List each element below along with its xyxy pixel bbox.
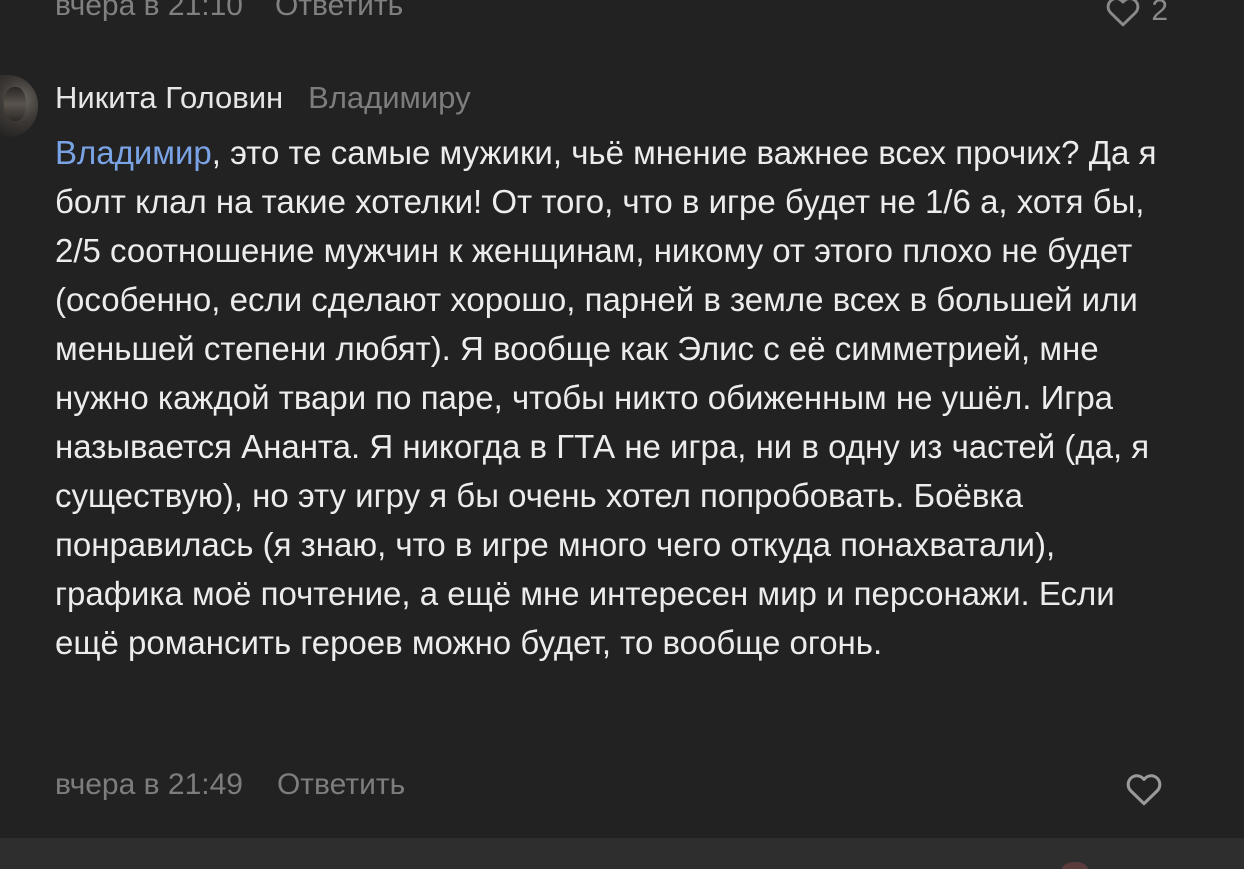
reply-to-name[interactable]: Владимиру	[308, 80, 470, 116]
comment: Никита Головин Владимиру Владимир, это т…	[55, 80, 1175, 801]
comment-footer: вчера в 21:49 Ответить	[55, 768, 405, 802]
comments-page: вчера в 21:10 Ответить 2 Никита Головин …	[0, 0, 1244, 869]
avatar[interactable]	[0, 75, 38, 137]
previous-comment-footer: вчера в 21:10 Ответить	[55, 0, 1244, 26]
reply-button[interactable]: Ответить	[277, 768, 405, 802]
heart-icon	[1106, 0, 1140, 27]
heart-icon	[1126, 774, 1162, 806]
bottom-bar	[0, 838, 1244, 869]
previous-like-button[interactable]: 2	[1105, 0, 1168, 28]
comment-text-body: , это те самые мужики, чьё мнение важнее…	[55, 134, 1157, 661]
previous-comment-time: вчера в 21:10	[55, 0, 243, 22]
notification-dot	[1062, 862, 1088, 869]
previous-like-count: 2	[1151, 0, 1168, 27]
mention-link[interactable]: Владимир	[55, 134, 212, 171]
avatar-photo	[4, 87, 26, 121]
previous-reply-button[interactable]: Ответить	[275, 0, 403, 23]
author-name[interactable]: Никита Головин	[55, 80, 283, 116]
comment-time: вчера в 21:49	[55, 768, 243, 801]
comment-text: Владимир, это те самые мужики, чьё мнени…	[55, 128, 1165, 667]
like-button[interactable]	[1125, 772, 1163, 806]
comment-header: Никита Головин Владимиру	[55, 80, 1175, 124]
